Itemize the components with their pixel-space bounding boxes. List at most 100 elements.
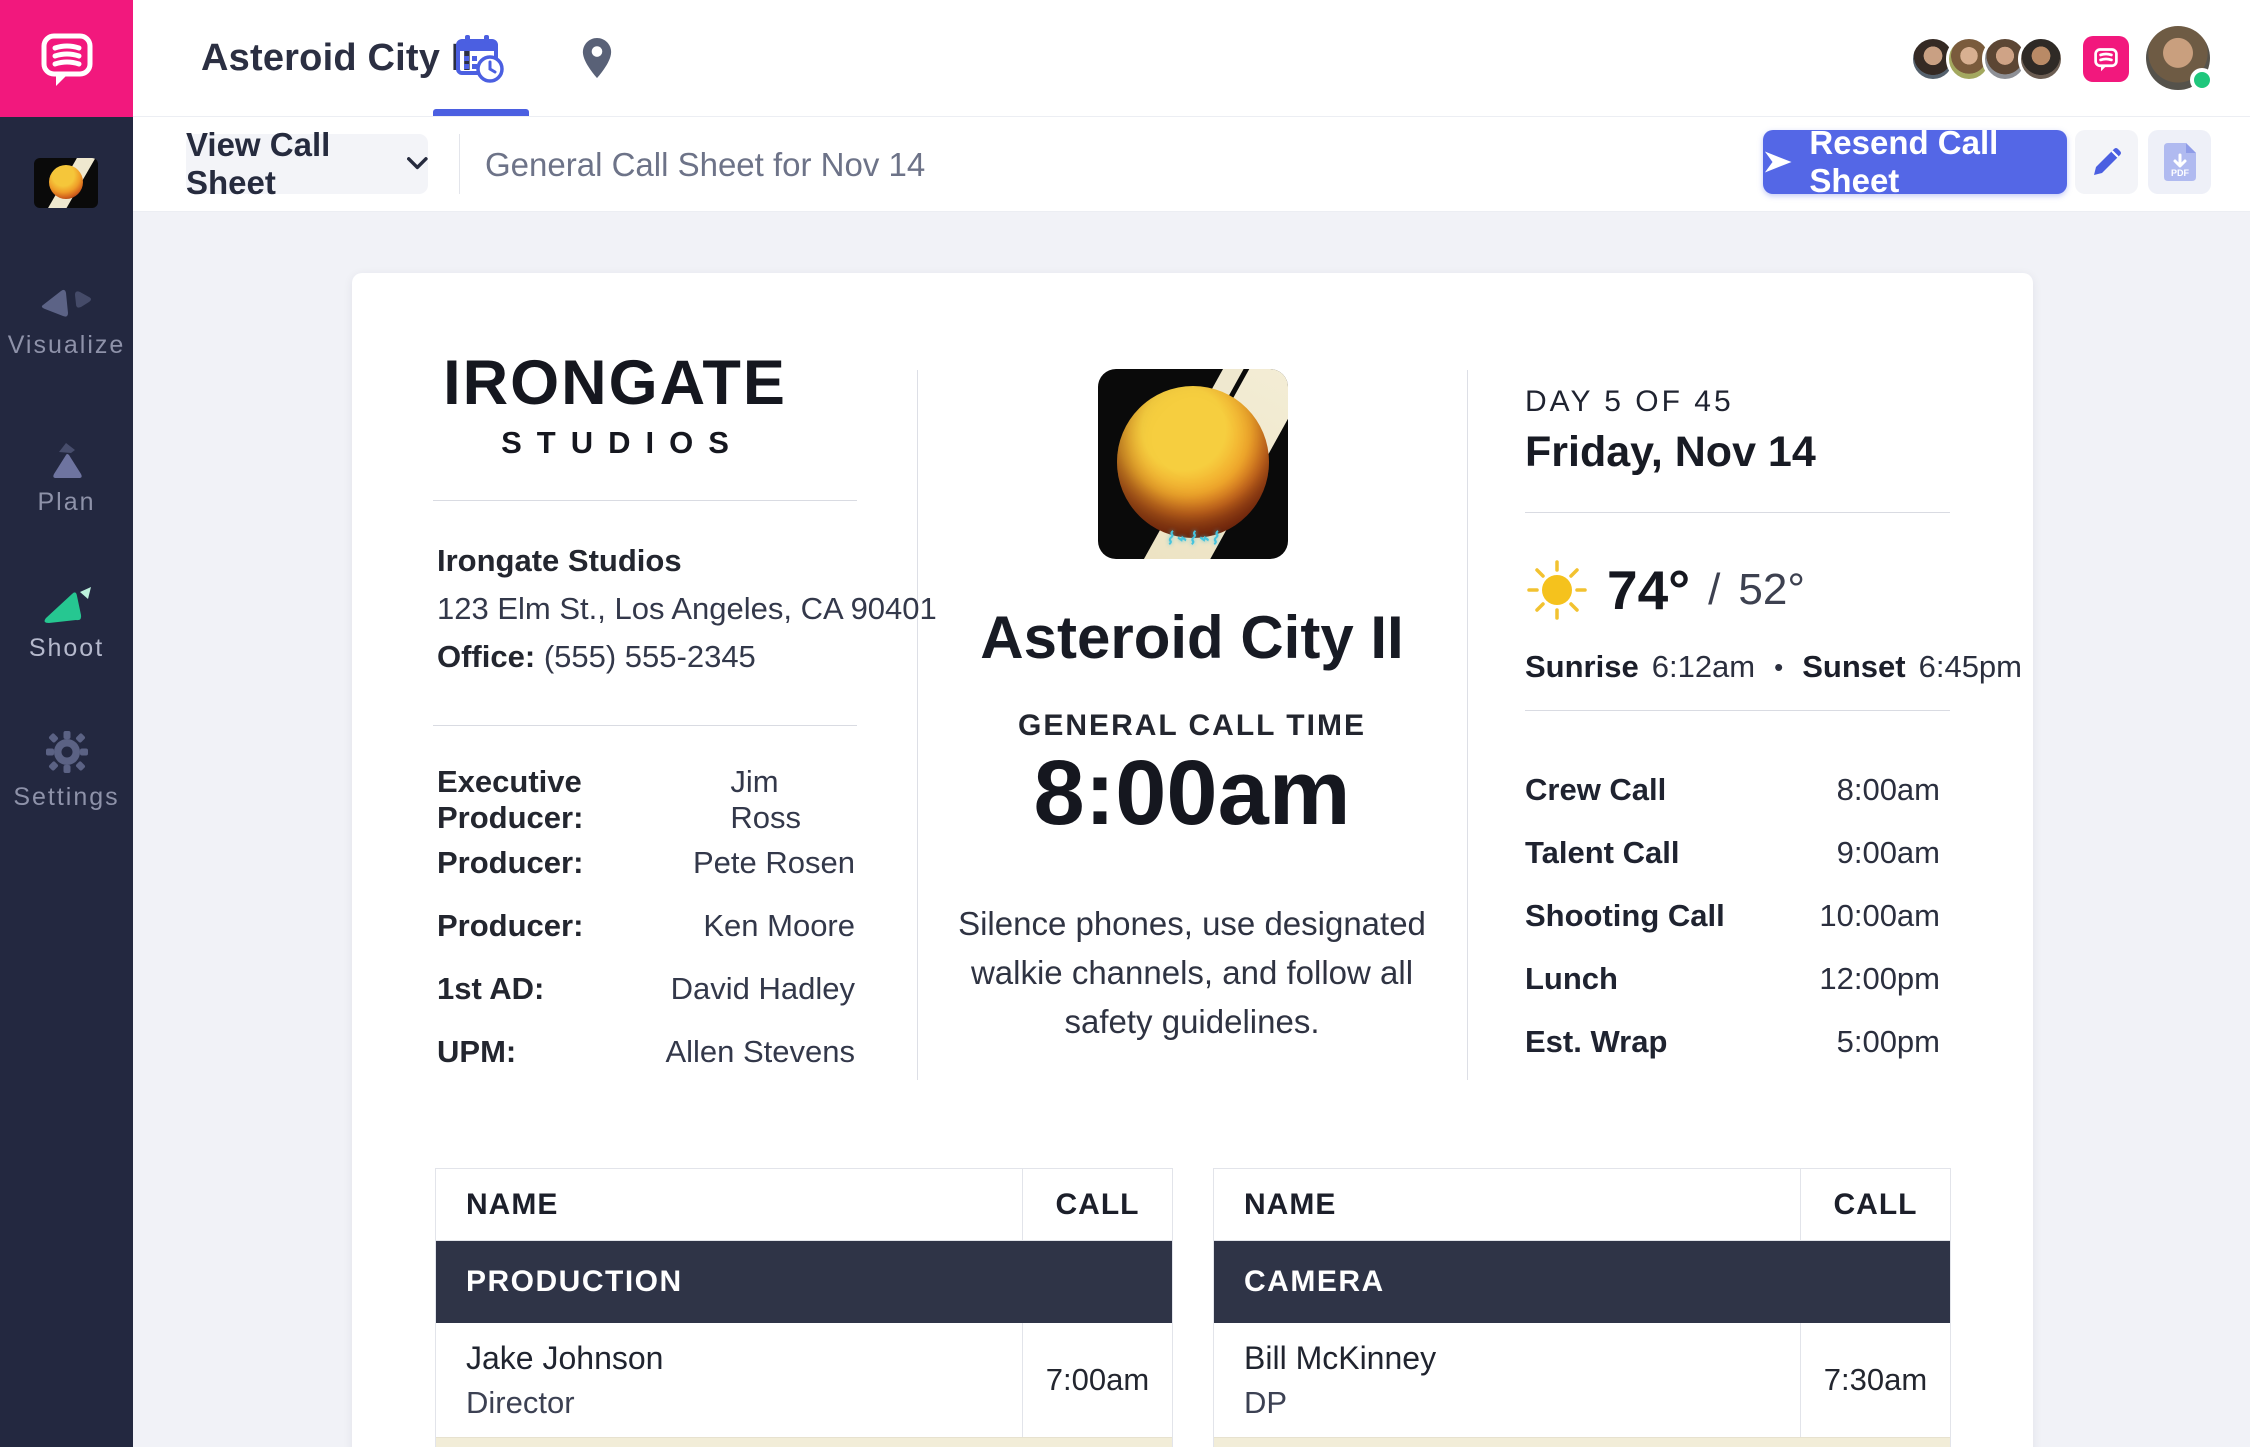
send-icon: [1763, 147, 1793, 177]
schedule-time: 9:00am: [1837, 835, 1940, 871]
notifications-button[interactable]: [2083, 36, 2129, 82]
temp-high: 74°: [1607, 558, 1690, 622]
column-divider: [1467, 370, 1468, 1080]
divider: [1525, 512, 1950, 513]
crew-row: Producer: Ken Moore: [437, 894, 855, 957]
view-call-sheet-dropdown[interactable]: View Call Sheet: [186, 134, 428, 194]
sunrise-label: Sunrise: [1525, 649, 1639, 685]
shoot-date: Friday, Nov 14: [1525, 428, 1816, 477]
studio-address: 123 Elm St., Los Angeles, CA 90401: [437, 585, 937, 633]
crew-row: 1st AD: David Hadley: [437, 957, 855, 1020]
poster-title-mark: ⌇⌁⌇⌁⌇: [1098, 529, 1288, 549]
call-sheet-toolbar: View Call Sheet General Call Sheet for N…: [133, 117, 2250, 212]
sun-icon: [1525, 558, 1589, 622]
schedule-label: Shooting Call: [1525, 898, 1725, 934]
weather-block: 74° / 52°: [1525, 558, 1805, 622]
location-pin-icon: [582, 38, 612, 78]
crew-role-label: Producer:: [437, 845, 583, 881]
sunset-time: 6:45pm: [1919, 649, 2022, 685]
studio-contact-block: Irongate Studios 123 Elm St., Los Angele…: [437, 537, 937, 681]
key-crew-list: Executive Producer: Jim Ross Producer: P…: [437, 768, 855, 1083]
app-logo[interactable]: [0, 0, 133, 117]
crew-row: UPM: Allen Stevens: [437, 1020, 855, 1083]
sunrise-time: 6:12am: [1652, 649, 1755, 685]
resend-call-sheet-label: Resend Call Sheet: [1809, 124, 2067, 200]
studio-name: Irongate Studios: [437, 543, 682, 578]
sunset-label: Sunset: [1802, 649, 1905, 685]
divider: [433, 500, 857, 501]
download-pdf-button[interactable]: PDF: [2148, 130, 2211, 194]
crew-name: Ken Moore: [703, 908, 855, 944]
crew-name: Jim Ross: [730, 764, 855, 836]
crew-member-name: Jake Johnson: [466, 1340, 663, 1377]
office-label: Office:: [437, 639, 535, 674]
schedule-time: 10:00am: [1819, 898, 1940, 934]
sunrise-sunset-line: Sunrise 6:12am • Sunset 6:45pm: [1525, 649, 1950, 685]
sidebar-item-plan[interactable]: Plan: [0, 440, 133, 517]
speech-bubble-logo-icon: [36, 28, 98, 90]
pencil-icon: [2090, 145, 2124, 179]
temp-low: 52°: [1738, 565, 1805, 615]
profile-avatar[interactable]: [2146, 26, 2210, 90]
movie-poster: ⌇⌁⌇⌁⌇: [1098, 369, 1288, 559]
visualize-icon: [39, 287, 95, 323]
schedule-time: 5:00pm: [1837, 1024, 1940, 1060]
crew-role-label: 1st AD:: [437, 971, 544, 1007]
office-phone: (555) 555-2345: [544, 639, 756, 674]
poster-planet: [49, 165, 83, 199]
shoot-day-counter: DAY 5 OF 45: [1525, 385, 1734, 419]
sidebar-item-visualize[interactable]: Visualize: [0, 287, 133, 360]
schedule-row: Est. Wrap 5:00pm: [1525, 1010, 1940, 1073]
crew-member-role: DP: [1244, 1385, 1287, 1421]
table-row: Jake Johnson Director 7:00am: [436, 1323, 1172, 1437]
view-call-sheet-label: View Call Sheet: [186, 126, 395, 202]
schedule-row: Talent Call 9:00am: [1525, 821, 1940, 884]
call-sheet-card: IRONGATE STUDIOS Irongate Studios 123 El…: [352, 273, 2033, 1447]
table-section-header: PRODUCTION: [436, 1241, 1172, 1323]
column-divider: [917, 370, 918, 1080]
schedule-row: Crew Call 8:00am: [1525, 758, 1940, 821]
notes-line: safety guidelines.: [932, 997, 1452, 1046]
project-thumbnail[interactable]: [34, 158, 98, 208]
online-status-dot: [2190, 68, 2214, 92]
gear-icon: [44, 729, 90, 775]
crew-role-label: UPM:: [437, 1034, 516, 1070]
sidebar-item-shoot[interactable]: Shoot: [0, 584, 133, 663]
name-column-header: NAME: [1214, 1169, 1800, 1240]
call-column-header: CALL: [1800, 1169, 1950, 1240]
crew-role-label: Producer:: [437, 908, 583, 944]
sidebar: Visualize Plan Shoot: [0, 117, 133, 1447]
schedule-label: Crew Call: [1525, 772, 1666, 808]
avatar[interactable]: [2018, 36, 2064, 82]
general-call-time-label: GENERAL CALL TIME: [942, 709, 1442, 743]
crew-role-label: Executive Producer:: [437, 764, 730, 836]
tab-locations[interactable]: [549, 0, 645, 116]
shoot-icon: [38, 584, 96, 626]
plan-icon: [39, 440, 95, 480]
call-sheet-notes: Silence phones, use designated walkie ch…: [932, 899, 1452, 1046]
table-row: Bill McKinney DP 7:30am: [1214, 1323, 1950, 1437]
schedule-time: 12:00pm: [1819, 961, 1940, 997]
divider: [433, 725, 857, 726]
sidebar-item-settings[interactable]: Settings: [0, 729, 133, 812]
studio-logo-line2: STUDIOS: [435, 425, 795, 461]
divider: [1525, 710, 1950, 711]
sidebar-item-label: Plan: [0, 488, 133, 517]
resend-call-sheet-button[interactable]: Resend Call Sheet: [1763, 130, 2067, 194]
schedule-label: Est. Wrap: [1525, 1024, 1667, 1060]
edit-call-sheet-button[interactable]: [2075, 130, 2138, 194]
production-crew-table: NAME CALL PRODUCTION Jake Johnson Direct…: [435, 1168, 1173, 1447]
table-header-row: NAME CALL: [1214, 1169, 1950, 1241]
pdf-download-icon: PDF: [2164, 143, 2196, 181]
next-section-peek: [1214, 1437, 1950, 1447]
next-section-peek: [436, 1437, 1172, 1447]
tab-call-sheets[interactable]: [431, 0, 527, 116]
studio-logo-line1: IRONGATE: [435, 347, 795, 419]
collaborator-avatars[interactable]: [1910, 36, 2064, 82]
camera-crew-table: NAME CALL CAMERA Bill McKinney DP 7:30am: [1213, 1168, 1951, 1447]
table-section-header: CAMERA: [1214, 1241, 1950, 1323]
schedule-row: Shooting Call 10:00am: [1525, 884, 1940, 947]
temp-separator: /: [1708, 565, 1720, 615]
notes-line: Silence phones, use designated: [932, 899, 1452, 948]
calendar-clock-icon: [452, 31, 506, 85]
